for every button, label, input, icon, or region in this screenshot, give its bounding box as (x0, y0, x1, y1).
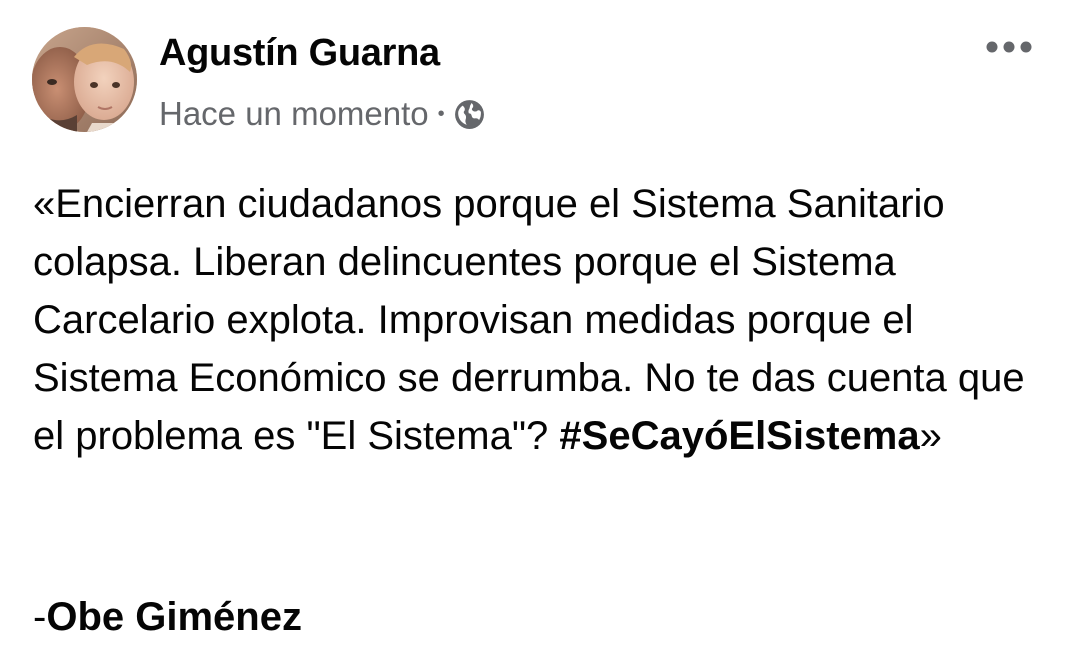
hashtag-link[interactable]: #SeCayóElSistema (559, 414, 919, 458)
globe-icon[interactable] (453, 98, 486, 131)
more-options-button[interactable] (982, 30, 1036, 64)
post-text: «Encierran ciudadanos porque el Sistema … (33, 175, 1063, 465)
author-avatar[interactable] (32, 27, 137, 132)
more-options-icon (986, 41, 1032, 53)
meta-separator: • (437, 103, 445, 125)
post-meta: Hace un momento • (159, 93, 486, 135)
signature-dash: - (33, 595, 47, 639)
post-body: «Encierran ciudadanos porque el Sistema … (33, 175, 1063, 465)
signature: -Obe Giménez (33, 588, 302, 646)
post-header: Agustín Guarna Hace un momento • (0, 0, 1079, 150)
avatar-photo (32, 27, 137, 132)
closing-quote: » (919, 414, 942, 458)
author-name[interactable]: Agustín Guarna (159, 32, 440, 75)
signature-name: Obe Giménez (46, 595, 302, 639)
post-timestamp[interactable]: Hace un momento (159, 95, 429, 133)
